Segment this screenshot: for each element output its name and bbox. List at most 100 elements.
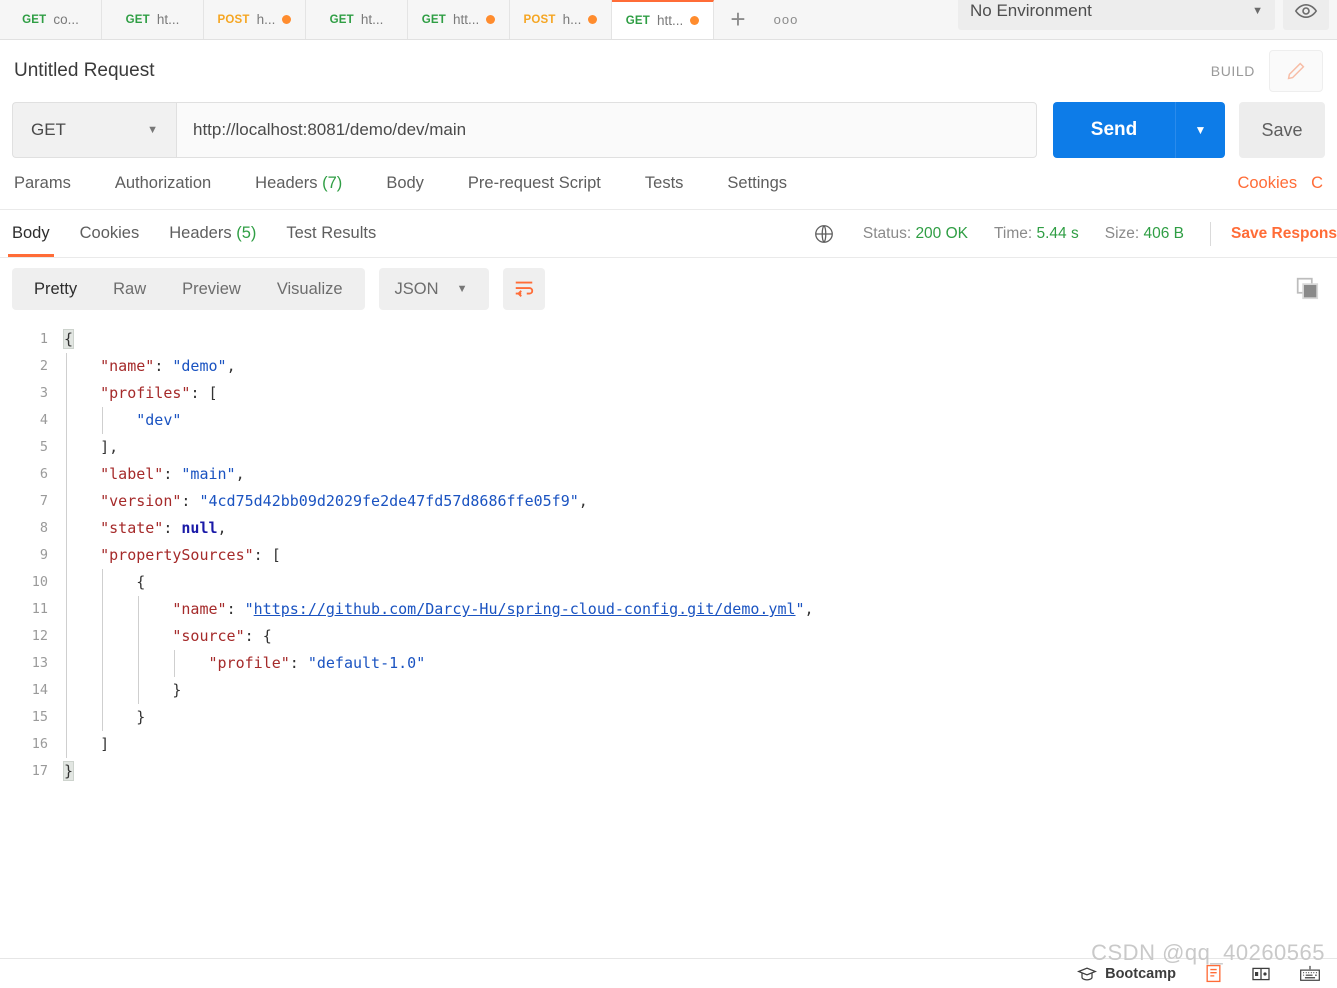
request-tabs-right-actions: Cookies C (1237, 174, 1323, 193)
code-line-content[interactable]: } (62, 677, 181, 704)
code-line-content[interactable]: } (62, 704, 145, 731)
code-line-content[interactable]: { (62, 326, 75, 353)
save-button[interactable]: Save (1239, 102, 1325, 158)
request-tab-authorization[interactable]: Authorization (115, 174, 211, 193)
code-link[interactable]: C (1311, 174, 1323, 193)
environment-quick-look-button[interactable] (1283, 0, 1329, 30)
code-line-content[interactable]: "state": null, (62, 515, 227, 542)
meta-divider (1210, 221, 1212, 246)
http-method-select[interactable]: GET ▼ (12, 102, 176, 158)
line-number: 2 (39, 358, 48, 374)
request-tab-method: POST (217, 13, 250, 26)
response-body-toolbar: Pretty Raw Preview Visualize JSON ▼ (0, 258, 1337, 318)
response-body-code[interactable]: 1 {2 "name": "demo", 3 "profiles": [ 4 "dev… (0, 318, 1337, 898)
code-line-content[interactable]: "name": "https://github.com/Darcy-Hu/spr… (62, 596, 814, 623)
request-tab-name: ht... (360, 12, 384, 27)
response-tab-body[interactable]: Body (8, 210, 54, 257)
request-tab-label: Pre-request Script (467, 174, 601, 192)
response-meta: Status: 200 OK Time: 5.44 s Size: 406 B … (813, 221, 1337, 246)
line-number: 17 (31, 763, 48, 779)
request-tab-settings[interactable]: Settings (727, 174, 787, 193)
word-wrap-button[interactable] (502, 268, 545, 310)
size-label: Size: (1104, 224, 1140, 242)
response-tab-label: Headers (169, 224, 232, 242)
copy-response-button[interactable] (1291, 272, 1325, 306)
request-tab-method: GET (421, 13, 446, 26)
request-tab[interactable]: GET ht... (102, 0, 204, 39)
code-line: 13 "profile": "default-1.0" (0, 650, 1337, 677)
url-input[interactable]: http://localhost:8081/demo/dev/main (176, 102, 1037, 158)
response-tab-label: Cookies (79, 224, 140, 242)
request-tab-label: Tests (644, 174, 684, 192)
request-tab-headers[interactable]: Headers (7) (255, 174, 342, 193)
line-number: 16 (31, 736, 48, 752)
code-line-content[interactable]: "version": "4cd75d42bb09d2029fe2de47fd57… (62, 488, 588, 515)
code-line-content[interactable]: "profile": "default-1.0" (62, 650, 425, 677)
eye-icon (1294, 3, 1318, 19)
code-line-content[interactable]: "label": "main", (62, 461, 245, 488)
code-line-content[interactable]: "propertySources": [ (62, 542, 281, 569)
build-label[interactable]: BUILD (1211, 63, 1255, 79)
request-tab[interactable]: GET htt... (408, 0, 510, 39)
unsaved-indicator-dot (282, 15, 292, 24)
size-value: 406 B (1143, 224, 1185, 242)
body-mode-visualize[interactable]: Visualize (259, 268, 361, 310)
code-line-content[interactable]: { (62, 569, 145, 596)
request-tab-method: GET (22, 13, 47, 26)
line-number: 3 (39, 385, 48, 401)
body-format-select[interactable]: JSON ▼ (378, 268, 489, 310)
http-method-value: GET (31, 120, 66, 139)
line-number: 1 (39, 331, 48, 347)
line-number: 9 (39, 547, 48, 563)
request-tab-pre-request-script[interactable]: Pre-request Script (468, 174, 601, 193)
request-tab-body[interactable]: Body (386, 174, 424, 193)
code-line-content[interactable]: ], (62, 434, 118, 461)
code-line-content[interactable]: "name": "demo", (62, 353, 236, 380)
code-line-content[interactable]: "profiles": [ (62, 380, 218, 407)
tab-overflow-button[interactable]: ooo (762, 0, 810, 39)
code-line-content[interactable]: "source": { (62, 623, 272, 650)
body-view-mode-group: Pretty Raw Preview Visualize (12, 268, 365, 310)
network-globe-icon[interactable] (813, 223, 835, 245)
save-response-button[interactable]: Save Respons (1231, 225, 1337, 243)
keyboard-shortcuts-button[interactable] (1299, 965, 1321, 982)
environment-selector[interactable]: No Environment ▼ (958, 0, 1275, 30)
environment-selector-label: No Environment (970, 1, 1092, 20)
code-line-content[interactable]: } (62, 758, 75, 785)
response-tab-cookies[interactable]: Cookies (76, 210, 144, 257)
request-tab[interactable]: GET ht... (306, 0, 408, 39)
code-line-content[interactable]: "dev" (62, 407, 181, 434)
request-tab-tests[interactable]: Tests (645, 174, 684, 193)
body-mode-raw[interactable]: Raw (95, 268, 164, 310)
line-number: 4 (39, 412, 48, 428)
code-line: 8 "state": null, (0, 515, 1337, 542)
request-tab[interactable]: GET co... (0, 0, 102, 39)
request-tab-label: Body (386, 174, 424, 192)
environment-controls: No Environment ▼ (958, 0, 1329, 30)
body-mode-preview[interactable]: Preview (164, 268, 259, 310)
layout-toggle-button[interactable] (1251, 966, 1271, 982)
keyboard-icon (1299, 965, 1321, 982)
request-tab[interactable]: POST h... (510, 0, 612, 39)
response-tab-headers[interactable]: Headers (5) (165, 210, 260, 257)
send-options-button[interactable]: ▼ (1175, 102, 1225, 158)
send-button[interactable]: Send (1053, 102, 1175, 158)
console-button[interactable] (1204, 964, 1223, 983)
request-tab[interactable]: GET htt... (612, 0, 714, 39)
time-value: 5.44 s (1036, 224, 1079, 242)
response-tab-count: (5) (236, 224, 257, 242)
response-tab-label: Body (12, 224, 50, 242)
request-tab[interactable]: POST h... (204, 0, 306, 39)
code-line-content[interactable]: ] (62, 731, 109, 758)
page-title: Untitled Request (14, 60, 155, 81)
edit-request-button[interactable] (1269, 50, 1323, 92)
cookies-link[interactable]: Cookies (1237, 174, 1297, 193)
size-metric: Size: 406 B (1105, 225, 1184, 243)
bootcamp-button[interactable]: Bootcamp (1077, 965, 1176, 983)
request-tab-params[interactable]: Params (14, 174, 71, 193)
title-row-actions: BUILD (1211, 50, 1323, 92)
response-tab-test-results[interactable]: Test Results (282, 210, 380, 257)
code-line: 16 ] (0, 731, 1337, 758)
body-mode-pretty[interactable]: Pretty (16, 268, 95, 310)
new-tab-button[interactable]: + (714, 0, 762, 39)
